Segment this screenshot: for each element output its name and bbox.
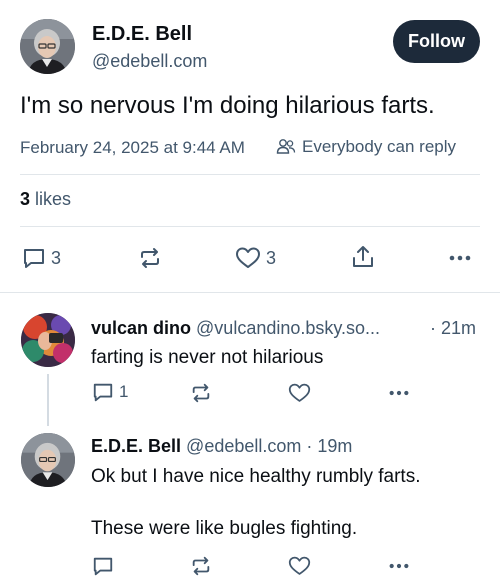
author-display-name[interactable]: E.D.E. Bell: [92, 23, 192, 46]
repost-icon: [192, 383, 210, 403]
like-count: 3: [266, 247, 277, 268]
repost-button[interactable]: [190, 555, 212, 577]
repost-icon: [141, 248, 159, 268]
reply-avatar[interactable]: [21, 433, 75, 487]
avatar-gray-hair-glasses-icon: [20, 19, 75, 74]
reply-count: 1: [119, 382, 129, 401]
author-avatar[interactable]: [20, 19, 75, 74]
reply-icon: [93, 557, 113, 576]
reply-setting[interactable]: Everybody can reply: [276, 137, 456, 157]
divider: [0, 292, 500, 293]
reply-icon: [93, 383, 113, 402]
like-button[interactable]: 3: [235, 246, 276, 270]
reply-time[interactable]: · 19m: [306, 436, 352, 456]
more-options-button[interactable]: [388, 389, 410, 397]
reply-setting-label: Everybody can reply: [302, 137, 457, 156]
like-button[interactable]: [288, 382, 311, 404]
reply-display-name[interactable]: vulcan dino: [91, 318, 191, 338]
divider: [20, 174, 480, 175]
reply-avatar[interactable]: [21, 313, 75, 367]
reply-button[interactable]: 3: [22, 246, 61, 270]
reply-handle[interactable]: @edebell.com: [186, 436, 301, 456]
reply-count: 3: [51, 247, 62, 268]
reply-header: E.D.E. Bell @edebell.com · 19m: [91, 436, 352, 457]
reply-text-line-2: These were like bugles fighting.: [91, 518, 358, 539]
reply-display-name[interactable]: E.D.E. Bell: [91, 436, 181, 456]
heart-icon: [288, 556, 311, 575]
reply-icon: [24, 249, 44, 268]
likes-label: likes: [35, 189, 72, 209]
reply-text-line-1: Ok but I have nice healthy rumbly farts.: [91, 466, 421, 487]
reply-text: farting is never not hilarious: [91, 347, 324, 368]
likes-count: 3: [20, 189, 31, 209]
more-options-button[interactable]: [448, 254, 472, 262]
people-icon: [276, 139, 296, 154]
reply-button[interactable]: [92, 555, 114, 577]
follow-button[interactable]: Follow: [393, 20, 480, 63]
share-button[interactable]: [350, 244, 376, 270]
divider: [20, 226, 480, 227]
repost-button[interactable]: [190, 382, 212, 404]
reply-button[interactable]: 1: [92, 381, 128, 403]
post-timestamp[interactable]: February 24, 2025 at 9:44 AM: [20, 138, 245, 158]
more-options-button[interactable]: [388, 562, 410, 570]
ellipsis-icon: [389, 563, 409, 569]
reply-header: vulcan dino @vulcandino.bsky.so...: [91, 318, 380, 339]
reply-handle[interactable]: @vulcandino.bsky.so...: [196, 318, 380, 338]
likes-summary[interactable]: 3 likes: [20, 189, 71, 210]
post-text: I'm so nervous I'm doing hilarious farts…: [20, 92, 435, 119]
ellipsis-icon: [389, 390, 409, 396]
repost-button[interactable]: [138, 246, 162, 270]
avatar-gray-hair-glasses-icon: [21, 433, 75, 487]
avatar-colorful-icon: [21, 313, 75, 367]
like-button[interactable]: [288, 555, 311, 577]
thread-line: [47, 374, 49, 426]
share-icon: [353, 246, 373, 267]
ellipsis-icon: [449, 255, 471, 261]
reply-time[interactable]: · 21m: [430, 318, 476, 339]
heart-icon: [236, 247, 260, 268]
repost-icon: [192, 556, 210, 576]
author-handle[interactable]: @edebell.com: [92, 51, 207, 72]
heart-icon: [288, 383, 311, 402]
